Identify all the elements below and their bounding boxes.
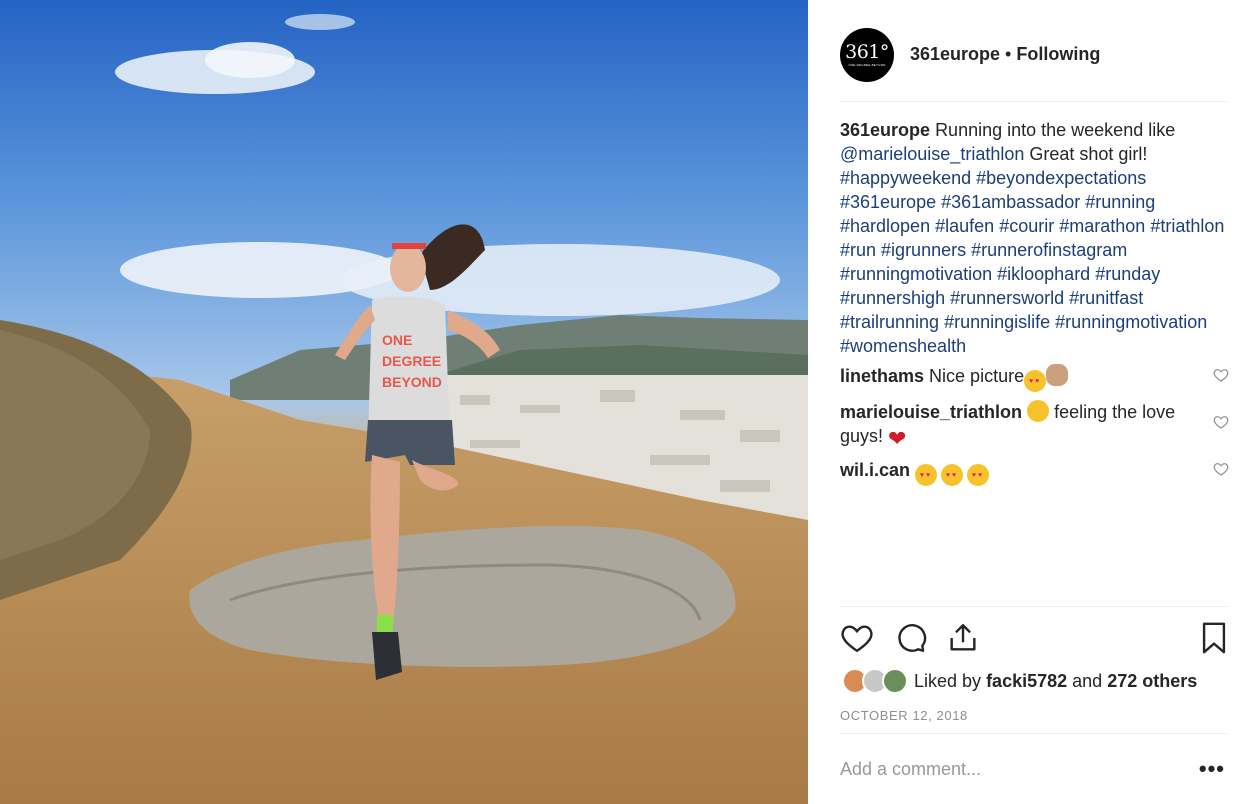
caption-text-1: Running into the weekend like — [935, 120, 1176, 140]
caption-username-link[interactable]: 361europe — [840, 120, 930, 140]
post-header: 361° ONE DEGREE BEYOND 361europe • Followi… — [840, 20, 1229, 102]
hashtag-link[interactable]: #runningmotivation — [1055, 312, 1207, 332]
comment-item: wil.i.can — [840, 458, 1229, 486]
more-options-button[interactable]: ••• — [1199, 756, 1225, 782]
hashtag-link[interactable]: #361europe — [840, 192, 936, 212]
header-separator: • — [1005, 44, 1012, 64]
header-username-link[interactable]: 361europe — [910, 44, 1000, 64]
post-caption: 361europe Running into the weekend like … — [840, 118, 1229, 358]
liked-by-connector: and — [1072, 670, 1103, 691]
red-heart-emoji: ❤ — [888, 426, 907, 451]
hashtag-link[interactable]: #courir — [999, 216, 1054, 236]
header-text: 361europe • Following — [910, 44, 1100, 65]
liker-avatar — [882, 668, 908, 694]
following-button[interactable]: Following — [1016, 44, 1100, 64]
hashtag-link[interactable]: #happyweekend — [840, 168, 971, 188]
brand-logo: 361° — [845, 40, 889, 63]
comment-like-heart-icon[interactable] — [1213, 414, 1229, 430]
bookmark-icon[interactable] — [1197, 621, 1231, 655]
caption-hashtags: #happyweekend #beyondexpectations #361eu… — [840, 168, 1224, 356]
comment-username-link[interactable]: marielouise_triathlon — [840, 402, 1022, 422]
liker-username-link[interactable]: facki5782 — [986, 671, 1067, 691]
post-date: OCTOBER 12, 2018 — [840, 708, 968, 723]
add-comment-box: ••• — [840, 733, 1229, 804]
profile-avatar[interactable]: 361° ONE DEGREE BEYOND — [840, 27, 894, 82]
add-comment-input[interactable] — [840, 758, 1160, 780]
hashtag-link[interactable]: #beyondexpectations — [976, 168, 1146, 188]
comment-username-link[interactable]: linethams — [840, 366, 924, 386]
hashtag-link[interactable]: #hardlopen — [840, 216, 930, 236]
comment-bubble-icon[interactable] — [894, 621, 928, 655]
liked-by-prefix: Liked by — [914, 670, 982, 691]
hashtag-link[interactable]: #runitfast — [1069, 288, 1143, 308]
comment-like-heart-icon[interactable] — [1213, 367, 1229, 383]
shirt-text-1: ONE — [382, 332, 412, 348]
share-upload-icon[interactable] — [946, 621, 980, 655]
heart-eyes-emoji — [915, 464, 938, 486]
like-heart-icon[interactable] — [840, 621, 874, 655]
hugging-face-emoji — [1027, 400, 1050, 422]
photo-scene: ONE DEGREE BEYOND — [0, 0, 808, 804]
hashtag-link[interactable]: #womenshealth — [840, 336, 966, 356]
comment-username-link[interactable]: wil.i.can — [840, 460, 910, 480]
liker-avatars[interactable] — [840, 666, 914, 696]
comment-like-heart-icon[interactable] — [1213, 461, 1229, 477]
hashtag-link[interactable]: #run — [840, 240, 876, 260]
brand-logo-subtext: ONE DEGREE BEYOND — [848, 62, 886, 67]
comments-section: 361europe Running into the weekend like … — [840, 118, 1229, 494]
heart-eyes-emoji — [1024, 370, 1047, 392]
post-side-panel: 361° ONE DEGREE BEYOND 361europe • Followi… — [808, 0, 1241, 804]
hashtag-link[interactable]: #runnerofinstagram — [971, 240, 1127, 260]
likes-others-link[interactable]: 272 others — [1107, 671, 1197, 691]
clapping-hands-emoji — [1046, 364, 1069, 386]
hashtag-link[interactable]: #runday — [1095, 264, 1160, 284]
comment-item: linethams Nice picture — [840, 364, 1229, 392]
comment-text: Nice picture — [929, 366, 1025, 386]
likes-summary: Liked by facki5782 and 272 others — [840, 664, 1229, 698]
hashtag-link[interactable]: #runningmotivation — [840, 264, 992, 284]
hashtag-link[interactable]: #triathlon — [1150, 216, 1224, 236]
hashtag-link[interactable]: #trailrunning — [840, 312, 939, 332]
shirt-text-2: DEGREE — [382, 353, 441, 369]
hashtag-link[interactable]: #361ambassador — [941, 192, 1080, 212]
caption-text-2: Great shot girl! — [1029, 144, 1148, 164]
caption-mention-link[interactable]: @marielouise_triathlon — [840, 144, 1024, 164]
hashtag-link[interactable]: #igrunners — [881, 240, 966, 260]
post-photo[interactable]: ONE DEGREE BEYOND — [0, 0, 808, 804]
comment-item: marielouise_triathlon feeling the love g… — [840, 400, 1229, 450]
hashtag-link[interactable]: #runnershigh — [840, 288, 945, 308]
hashtag-link[interactable]: #marathon — [1059, 216, 1145, 236]
hashtag-link[interactable]: #ikloophard — [997, 264, 1090, 284]
hashtag-link[interactable]: #runnersworld — [950, 288, 1064, 308]
post-actions-bar — [840, 606, 1229, 668]
heart-eyes-emoji — [941, 464, 964, 486]
hashtag-link[interactable]: #runningislife — [944, 312, 1050, 332]
liked-by-text: Liked by facki5782 and 272 others — [914, 671, 1197, 692]
hashtag-link[interactable]: #laufen — [935, 216, 994, 236]
shirt-text-3: BEYOND — [382, 374, 442, 390]
heart-eyes-emoji — [967, 464, 990, 486]
hashtag-link[interactable]: #running — [1085, 192, 1155, 212]
